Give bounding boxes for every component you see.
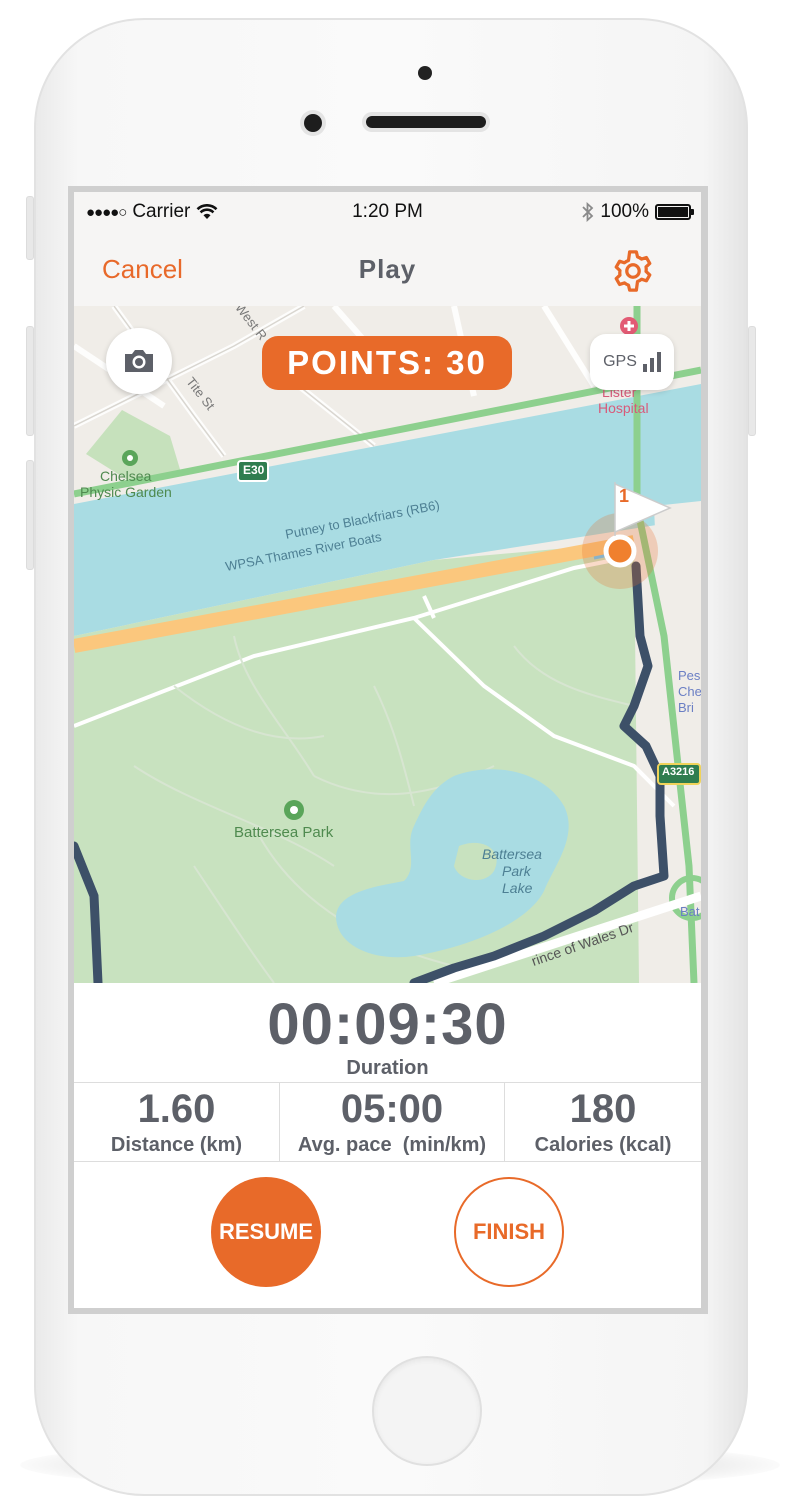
map-label-battersea-park: Battersea Park bbox=[234, 824, 334, 841]
map-label-lake-3: Lake bbox=[502, 880, 533, 896]
power-button bbox=[748, 326, 756, 436]
map-label-bat: Bat bbox=[680, 904, 700, 919]
distance-stat: 1.60 Distance (km) bbox=[74, 1083, 279, 1161]
stats-divider-bottom bbox=[74, 1161, 701, 1162]
gear-icon[interactable] bbox=[610, 248, 656, 294]
front-sensor bbox=[418, 66, 432, 80]
camera-button[interactable] bbox=[106, 328, 172, 394]
front-camera bbox=[304, 114, 322, 132]
pace-label: Avg. pace (min/km) bbox=[297, 1134, 487, 1156]
duration-value: 00:09:30 bbox=[267, 992, 508, 1057]
battery-percent: 100% bbox=[600, 201, 649, 222]
battery-icon bbox=[655, 204, 694, 220]
resume-button[interactable]: RESUME bbox=[211, 1177, 321, 1287]
map-label-lister-2: Hospital bbox=[598, 400, 649, 416]
earpiece-speaker bbox=[366, 116, 486, 128]
status-right: 100% bbox=[582, 201, 694, 223]
map-label-pes-2: Che bbox=[678, 684, 701, 699]
distance-value: 1.60 bbox=[137, 1087, 216, 1131]
current-position-marker bbox=[603, 534, 637, 568]
calories-stat: 180 Calories (kcal) bbox=[504, 1083, 701, 1161]
map-label-chelsea-garden-2: Physic Garden bbox=[80, 484, 172, 500]
pace-stat: 05:00 Avg. pace (min/km) bbox=[279, 1083, 504, 1161]
pace-value: 05:00 bbox=[340, 1087, 444, 1131]
camera-icon bbox=[125, 350, 153, 372]
map-label-pes-3: Bri bbox=[678, 700, 694, 715]
cancel-button[interactable]: Cancel bbox=[102, 254, 183, 285]
map-label-a3216: A3216 bbox=[662, 766, 695, 778]
map-label-e30: E30 bbox=[243, 463, 265, 477]
volume-up-button bbox=[26, 326, 34, 436]
screen-bezel: ●●●●○ Carrier 1:20 PM 100% Cancel Play W… bbox=[68, 186, 708, 1314]
screen: ●●●●○ Carrier 1:20 PM 100% Cancel Play W… bbox=[74, 192, 701, 1308]
workout-stats-panel: 00:09:30 Duration 1.60 Distance (km) 05:… bbox=[74, 983, 701, 1308]
duration-label: Duration bbox=[346, 1057, 429, 1079]
home-button[interactable] bbox=[372, 1356, 482, 1466]
nav-bar: Cancel Play bbox=[74, 232, 701, 306]
checkpoint-number: 1 bbox=[619, 486, 630, 506]
map-view[interactable]: West R Tite St Chelsea Physic Garden E30… bbox=[74, 306, 701, 983]
gps-status-button[interactable]: GPS bbox=[590, 334, 674, 390]
map-label-chelsea-garden: Chelsea bbox=[100, 468, 152, 484]
gps-signal-icon bbox=[642, 352, 661, 372]
distance-label: Distance (km) bbox=[110, 1134, 243, 1156]
points-badge: POINTS: 30 bbox=[262, 336, 512, 390]
map-label-lake: Battersea bbox=[482, 846, 542, 862]
mute-switch bbox=[26, 196, 34, 260]
calories-value: 180 bbox=[569, 1087, 637, 1131]
map-label-pes: Pes bbox=[678, 668, 701, 683]
calories-label: Calories (kcal) bbox=[534, 1134, 672, 1156]
volume-down-button bbox=[26, 460, 34, 570]
status-bar: ●●●●○ Carrier 1:20 PM 100% bbox=[74, 192, 701, 232]
finish-button[interactable]: FINISH bbox=[454, 1177, 564, 1287]
bluetooth-icon bbox=[582, 202, 594, 222]
gps-label: GPS bbox=[603, 353, 637, 370]
map-label-lake-2: Park bbox=[502, 863, 531, 879]
